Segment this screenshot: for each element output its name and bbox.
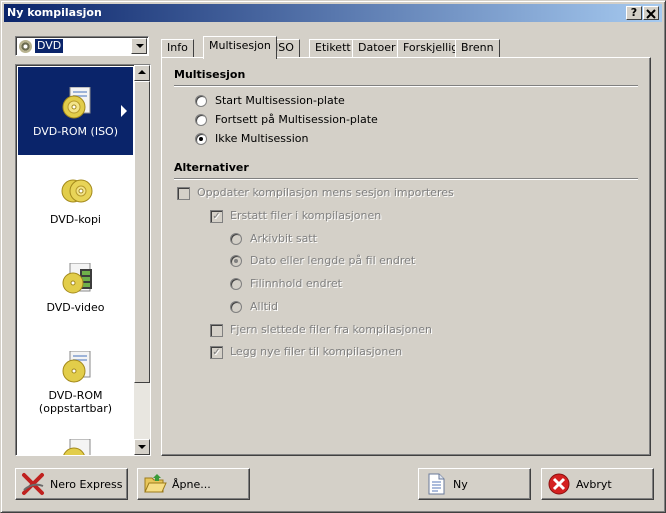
close-icon bbox=[646, 9, 656, 19]
option-label: Alltid bbox=[250, 300, 278, 313]
button-label: Ny bbox=[453, 478, 468, 491]
compilation-type-list[interactable]: DVD-ROM (ISO) DVD-kopi DVD-video DVD-ROM… bbox=[15, 64, 151, 456]
chevron-right-icon bbox=[121, 105, 127, 117]
open-button[interactable]: Åpne... bbox=[137, 468, 250, 500]
title-bar: Ny kompilasjon ? bbox=[4, 4, 662, 22]
list-item-label: DVD-video bbox=[46, 301, 105, 314]
radio-button[interactable] bbox=[195, 95, 207, 107]
alternatives-heading: Alternativer bbox=[174, 161, 249, 174]
dvd-rom-iso-icon bbox=[62, 87, 91, 119]
option-label: Ikke Multisession bbox=[215, 132, 309, 145]
dvd-video-icon bbox=[62, 263, 92, 294]
list-item-label: DVD-kopi bbox=[50, 213, 101, 226]
new-document-icon bbox=[428, 473, 445, 495]
list-item-dvd-rom-iso[interactable]: DVD-ROM (ISO) bbox=[18, 67, 133, 155]
tab-label[interactable]: Etikett bbox=[309, 39, 357, 57]
list-item-label: DVD-ROM (oppstartbar) bbox=[38, 389, 113, 415]
divider bbox=[174, 85, 638, 87]
option-label: Fjern slettede filer fra kompilasjonen bbox=[230, 323, 433, 336]
nero-express-button[interactable]: Nero Express bbox=[15, 468, 128, 500]
dvd-more-icon bbox=[63, 439, 91, 455]
dvd-copy-icon bbox=[61, 179, 93, 203]
radio-button[interactable] bbox=[230, 301, 242, 313]
list-item-dvd-more[interactable] bbox=[18, 419, 133, 455]
checkbox[interactable] bbox=[210, 324, 223, 337]
help-button[interactable]: ? bbox=[626, 6, 642, 20]
option-label: Start Multisession-plate bbox=[215, 94, 345, 107]
new-button[interactable]: Ny bbox=[418, 468, 531, 500]
radio-button-selected[interactable] bbox=[230, 255, 242, 267]
radio-button-selected[interactable] bbox=[195, 133, 207, 145]
radio-button[interactable] bbox=[195, 114, 207, 126]
list-item-dvd-copy[interactable]: DVD-kopi bbox=[18, 155, 133, 243]
option-label: Oppdater kompilasjon mens sesjon importe… bbox=[197, 186, 454, 199]
checkbox[interactable] bbox=[177, 187, 190, 200]
option-label: Erstatt filer i kompilasjonen bbox=[230, 209, 382, 222]
radio-button[interactable] bbox=[230, 278, 242, 290]
divider bbox=[174, 178, 638, 180]
list-item-label: DVD-ROM (ISO) bbox=[33, 125, 118, 138]
cancel-button[interactable]: Avbryt bbox=[541, 468, 654, 500]
close-button[interactable] bbox=[643, 6, 659, 20]
scroll-down-icon[interactable] bbox=[134, 439, 150, 455]
option-label: Fortsett på Multisession-plate bbox=[215, 113, 378, 126]
list-scrollbar[interactable] bbox=[134, 65, 150, 455]
dvd-rom-bootable-icon bbox=[62, 351, 91, 383]
multisession-panel: Multisesjon Start Multisession-plate For… bbox=[161, 57, 651, 456]
tab-info[interactable]: Info bbox=[161, 39, 194, 57]
folder-open-icon bbox=[144, 474, 167, 493]
media-type-select[interactable]: DVD bbox=[15, 36, 149, 56]
disc-icon bbox=[19, 40, 32, 53]
media-type-value: DVD bbox=[35, 39, 64, 53]
radio-button[interactable] bbox=[230, 233, 242, 245]
button-label: Nero Express bbox=[50, 478, 123, 491]
option-label: Legg nye filer til kompilasjonen bbox=[230, 345, 403, 358]
chevron-down-icon[interactable] bbox=[131, 38, 147, 54]
tab-multisession[interactable]: Multisesjon bbox=[203, 36, 277, 59]
nero-express-icon bbox=[22, 473, 44, 495]
window-title: Ny kompilasjon bbox=[7, 6, 102, 19]
new-compilation-dialog: Ny kompilasjon ? DVD DVD-ROM (ISO) DVD-k… bbox=[0, 0, 666, 513]
option-label: Arkivbit satt bbox=[250, 232, 317, 245]
checkbox-checked[interactable]: ✓ bbox=[210, 210, 223, 223]
scroll-thumb[interactable] bbox=[134, 81, 150, 383]
list-item-dvd-video[interactable]: DVD-video bbox=[18, 243, 133, 331]
multisession-heading: Multisesjon bbox=[174, 68, 246, 81]
option-label: Dato eller lengde på fil endret bbox=[250, 254, 416, 267]
option-label: Filinnhold endret bbox=[250, 277, 342, 290]
button-label: Avbryt bbox=[576, 478, 612, 491]
cancel-icon bbox=[548, 473, 570, 495]
checkbox-checked[interactable]: ✓ bbox=[210, 346, 223, 359]
tab-burn[interactable]: Brenn bbox=[455, 39, 500, 57]
button-label: Åpne... bbox=[172, 478, 211, 491]
scroll-up-icon[interactable] bbox=[134, 65, 150, 81]
list-item-dvd-rom-bootable[interactable]: DVD-ROM (oppstartbar) bbox=[18, 331, 133, 419]
tab-dates[interactable]: Datoer bbox=[352, 39, 402, 57]
